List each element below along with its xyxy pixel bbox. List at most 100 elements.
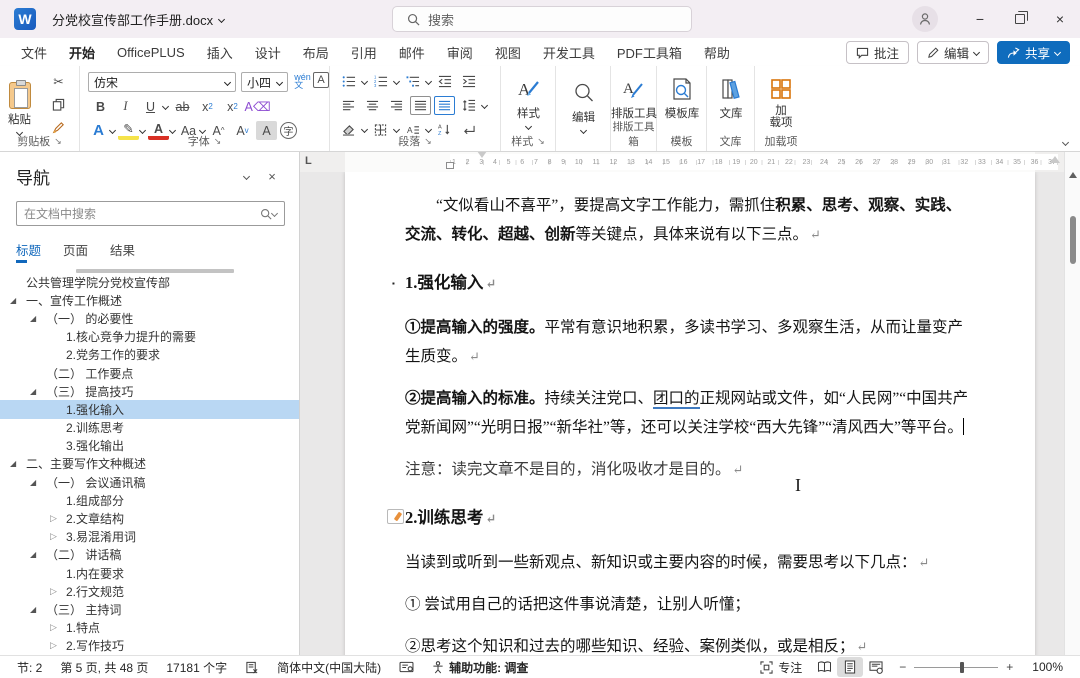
nav-tree-item[interactable]: （二） 工作要点 [0, 364, 299, 382]
doc-paragraph[interactable]: “文似看山不喜平”，要提高文字工作能力，需抓住积累、思考、观察、实践、交流、转化… [405, 191, 975, 249]
tree-collapsed-icon[interactable]: ▷ [50, 531, 66, 542]
ribbon-tab-视图[interactable]: 视图 [484, 38, 532, 67]
horizontal-ruler[interactable]: 1234567891011121314151617181920212223242… [300, 152, 1064, 172]
line-spacing-button[interactable] [458, 96, 479, 115]
scroll-up-arrow[interactable] [1069, 172, 1077, 178]
ribbon-tab-PDF工具箱[interactable]: PDF工具箱 [606, 38, 693, 67]
nav-tree-item[interactable]: ◢（一） 的必要性 [0, 309, 299, 327]
copy-button[interactable] [48, 95, 69, 114]
doc-paragraph[interactable]: ①提高输入的强度。平常有意识地积累，多读书学习、多观察生活，从而让量变产生质变。… [405, 313, 975, 371]
nav-tree-item[interactable]: ▷3.易混淆用词 [0, 528, 299, 546]
nav-tree-item[interactable]: ◢（二） 讲话稿 [0, 546, 299, 564]
search-box[interactable]: 搜索 [392, 6, 692, 32]
ribbon-tab-帮助[interactable]: 帮助 [693, 38, 741, 67]
nav-tree-item[interactable]: ▷2.写作技巧 [0, 637, 299, 655]
nav-tree-item[interactable]: ▷2.行文规范 [0, 582, 299, 600]
navigation-options-button[interactable] [233, 166, 259, 188]
restore-button[interactable] [1000, 0, 1040, 38]
zoom-level[interactable]: 100% [1023, 660, 1072, 674]
read-mode-button[interactable] [811, 657, 837, 677]
borders-dropdown[interactable] [393, 126, 400, 133]
align-right-button[interactable] [386, 96, 407, 115]
doc-paragraph[interactable]: ②思考这个知识和过去的哪些知识、经验、案例类似，或是相反；↵ [405, 632, 975, 655]
italic-button[interactable]: I [115, 97, 136, 116]
zoom-in-button[interactable]: + [1006, 660, 1013, 674]
styles-button[interactable]: A 样式 [506, 68, 551, 134]
paste-button[interactable]: 粘贴 [8, 74, 31, 140]
right-indent-marker[interactable] [1050, 156, 1060, 163]
addins-button[interactable]: 加载项 [755, 68, 807, 134]
font-size-combo[interactable]: 小四 [241, 72, 288, 92]
font-name-combo[interactable]: 仿宋 [88, 72, 236, 92]
search-options-dropdown[interactable] [271, 210, 278, 217]
tree-expanded-icon[interactable]: ◢ [30, 387, 46, 396]
font-dialog-launcher[interactable]: ↘ [214, 136, 222, 147]
close-button[interactable]: × [1040, 0, 1080, 38]
bold-button[interactable]: B [90, 97, 111, 116]
tree-expanded-icon[interactable]: ◢ [10, 296, 26, 305]
character-border-button[interactable]: A [313, 72, 329, 88]
doc-paragraph[interactable]: ① 尝试用自己的话把这件事说清楚，让别人听懂； [405, 590, 975, 619]
document-title[interactable]: 分党校宣传部工作手册.docx [52, 10, 224, 29]
track-changes-icon[interactable] [390, 661, 423, 673]
underline-dropdown[interactable] [162, 103, 169, 110]
nav-tab-pages[interactable]: 页面 [63, 240, 88, 263]
nav-tree-item[interactable]: ◢（一） 会议通讯稿 [0, 473, 299, 491]
nav-tree-item[interactable]: 3.强化输出 [0, 437, 299, 455]
minimize-button[interactable]: − [960, 0, 1000, 38]
cut-button[interactable]: ✂ [48, 72, 69, 91]
collapse-ribbon-button[interactable] [1062, 139, 1069, 146]
nav-tree-item[interactable]: 2.党务工作的要求 [0, 346, 299, 364]
ribbon-tab-邮件[interactable]: 邮件 [388, 38, 436, 67]
phonetic-guide-button[interactable]: wén文 [292, 71, 313, 90]
nav-tree-item[interactable]: ▷1.特点 [0, 619, 299, 637]
nav-tree-item[interactable]: 1.核心竞争力提升的需要 [0, 328, 299, 346]
shading-dropdown[interactable] [361, 126, 368, 133]
ribbon-tab-开发工具[interactable]: 开发工具 [532, 38, 606, 67]
first-line-indent-marker[interactable] [477, 152, 487, 158]
doc-paragraph[interactable]: 注意：读完文章不是目的，消化吸收才是目的。↵ [405, 455, 975, 484]
line-spacing-dropdown[interactable] [481, 102, 488, 109]
ribbon-tab-插入[interactable]: 插入 [196, 38, 244, 67]
print-layout-button[interactable] [837, 657, 863, 677]
ribbon-tab-文件[interactable]: 文件 [10, 38, 58, 67]
nav-tree-item[interactable]: ◢二、主要写作文种概述 [0, 455, 299, 473]
multilevel-list-button[interactable] [402, 72, 423, 91]
underline-button[interactable]: U [140, 97, 161, 116]
editing-mode-button[interactable]: 编辑 [917, 41, 989, 64]
strikethrough-button[interactable]: ab [172, 97, 193, 116]
tree-expanded-icon[interactable]: ◢ [10, 459, 26, 468]
tree-expanded-icon[interactable]: ◢ [30, 478, 46, 487]
share-button[interactable]: 共享 [997, 41, 1070, 64]
align-left-button[interactable] [338, 96, 359, 115]
tab-selector[interactable]: L [305, 155, 312, 167]
doc-heading[interactable]: ▪1.强化输入↵ [405, 268, 975, 298]
doc-heading[interactable]: ◢2.训练思考↵ [405, 503, 975, 533]
word-count[interactable]: 17181 个字 [157, 659, 236, 676]
clear-formatting-button[interactable]: A⌫ [247, 97, 268, 116]
justify-button[interactable] [410, 96, 431, 115]
clipboard-dialog-launcher[interactable]: ↘ [54, 136, 62, 147]
ribbon-tab-审阅[interactable]: 审阅 [436, 38, 484, 67]
nav-tree-item[interactable]: ◢一、宣传工作概述 [0, 291, 299, 309]
nav-tree-item[interactable]: 1.组成部分 [0, 491, 299, 509]
vertical-scrollbar[interactable] [1064, 152, 1080, 655]
distribute-button[interactable] [434, 96, 455, 115]
paragraph-dialog-launcher[interactable]: ↘ [424, 136, 432, 147]
accessibility-status[interactable]: 辅助功能: 调查 [423, 659, 537, 676]
section-indicator[interactable]: 节: 2 [8, 659, 51, 676]
tree-expanded-icon[interactable]: ◢ [30, 314, 46, 323]
bullets-button[interactable] [338, 72, 359, 91]
document-page[interactable]: “文似看山不喜平”，要提高文字工作能力，需抓住积累、思考、观察、实践、交流、转化… [345, 172, 1035, 655]
tree-collapsed-icon[interactable]: ▷ [50, 513, 66, 524]
ribbon-tab-设计[interactable]: 设计 [244, 38, 292, 67]
doc-paragraph[interactable]: 当读到或听到一些新观点、新知识或主要内容的时候，需要思考以下几点：↵ [405, 548, 975, 577]
nav-tree-item[interactable]: ◢（三） 主持词 [0, 600, 299, 618]
comments-button[interactable]: 批注 [846, 41, 909, 64]
left-indent-marker[interactable] [446, 162, 454, 169]
library-button[interactable]: 文库 [707, 68, 755, 134]
multilevel-dropdown[interactable] [425, 78, 432, 85]
bullets-dropdown[interactable] [361, 78, 368, 85]
tree-expanded-icon[interactable]: ◢ [30, 550, 46, 559]
numbering-button[interactable]: 123 [370, 72, 391, 91]
